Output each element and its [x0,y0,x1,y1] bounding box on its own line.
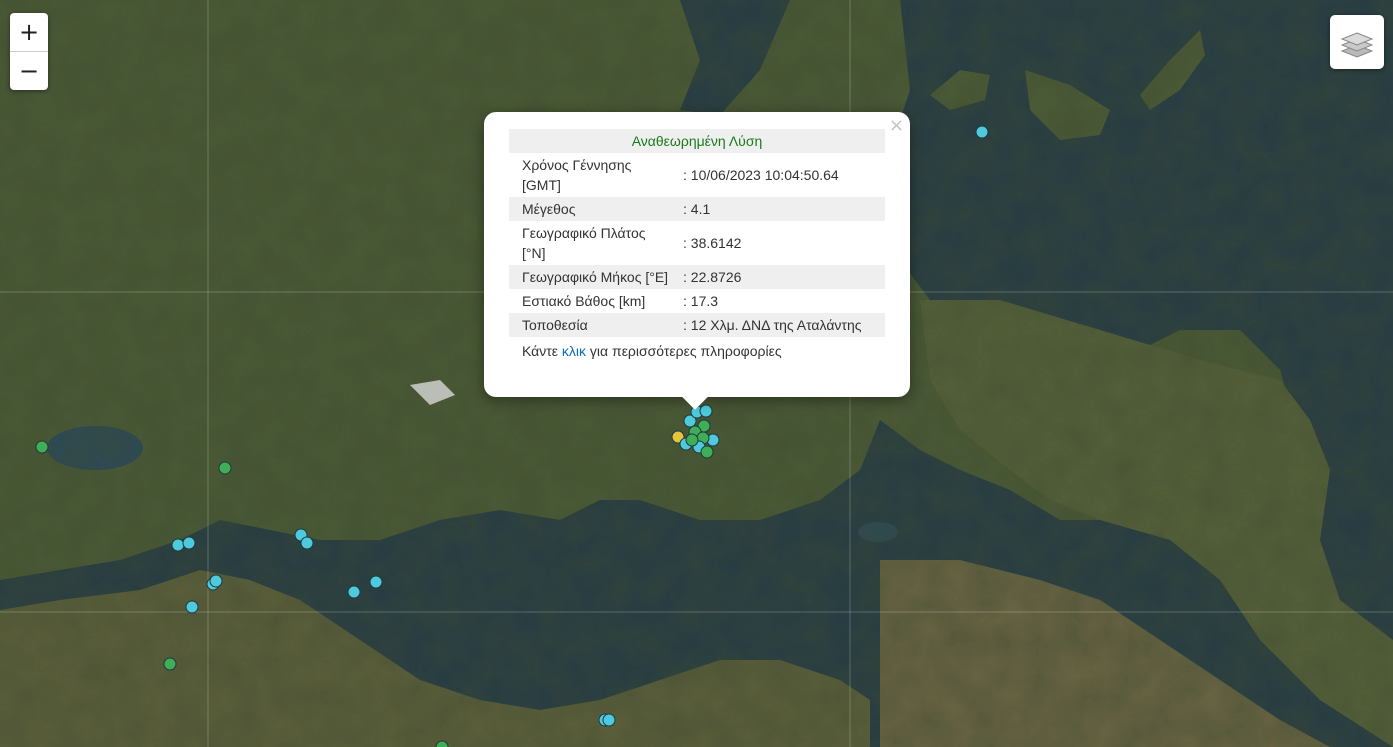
info-value: : 4.1 [683,201,711,217]
earthquake-marker[interactable] [209,574,223,588]
earthquake-marker[interactable] [185,600,199,614]
earthquake-marker[interactable] [35,440,49,454]
earthquake-marker[interactable] [300,536,314,550]
info-row: Μέγεθος : 4.1 [509,197,885,221]
more-info-suffix: για περισσότερες πληροφορίες [586,343,782,359]
layers-icon [1340,32,1374,58]
info-row: Γεωγραφικό Μήκος [°E] : 22.8726 [509,265,885,289]
earthquake-marker[interactable] [685,433,699,447]
more-info-text: Κάντε κλικ για περισσότερες πληροφορίες [509,337,885,365]
popup-heading: Αναθεωρημένη Λύση [509,129,885,153]
earthquake-marker[interactable] [700,445,714,459]
popup-content: Αναθεωρημένη Λύση Χρόνος Γέννησης [GMT] … [509,129,885,365]
zoom-out-button[interactable]: − [10,51,48,90]
info-value: : 12 Χλμ. ΔΝΔ της Αταλάντης [683,317,862,333]
earthquake-marker[interactable] [699,404,713,418]
earthquake-marker[interactable] [602,713,616,727]
zoom-control: + − [10,13,48,90]
layers-button[interactable] [1330,15,1384,69]
earthquake-marker[interactable] [218,461,232,475]
info-row: Χρόνος Γέννησης [GMT] : 10/06/2023 10:04… [509,153,885,197]
earthquake-popup: × Αναθεωρημένη Λύση Χρόνος Γέννησης [GMT… [484,112,910,410]
more-info-prefix: Κάντε [522,343,562,359]
info-value: : 17.3 [683,293,719,309]
info-label: Γεωγραφικό Μήκος [°E] [522,269,669,285]
earthquake-marker[interactable] [347,585,361,599]
info-label: Γεωγραφικό Πλάτος [°N] [522,225,646,261]
info-row: Γεωγραφικό Πλάτος [°N] : 38.6142 [509,221,885,265]
earthquake-info-table: Αναθεωρημένη Λύση Χρόνος Γέννησης [GMT] … [509,129,885,337]
earthquake-marker[interactable] [171,538,185,552]
info-value: : 10/06/2023 10:04:50.64 [683,167,839,183]
info-label: Μέγεθος [522,201,576,217]
earthquake-marker[interactable] [369,575,383,589]
earthquake-marker[interactable] [163,657,177,671]
info-value: : 22.8726 [683,269,742,285]
close-icon[interactable]: × [889,115,904,137]
earthquake-marker[interactable] [182,536,196,550]
earthquake-marker[interactable] [975,125,989,139]
info-value: : 38.6142 [683,235,742,251]
info-label: Τοποθεσία [522,317,588,333]
more-info-link[interactable]: κλικ [562,343,586,359]
info-label: Εστιακό Βάθος [km] [522,293,646,309]
info-label: Χρόνος Γέννησης [GMT] [522,157,632,193]
popup-heading-row: Αναθεωρημένη Λύση [509,129,885,153]
earthquake-marker[interactable] [435,740,449,747]
zoom-in-button[interactable]: + [10,13,48,51]
info-row: Εστιακό Βάθος [km] : 17.3 [509,289,885,313]
info-row: Τοποθεσία : 12 Χλμ. ΔΝΔ της Αταλάντης [509,313,885,337]
